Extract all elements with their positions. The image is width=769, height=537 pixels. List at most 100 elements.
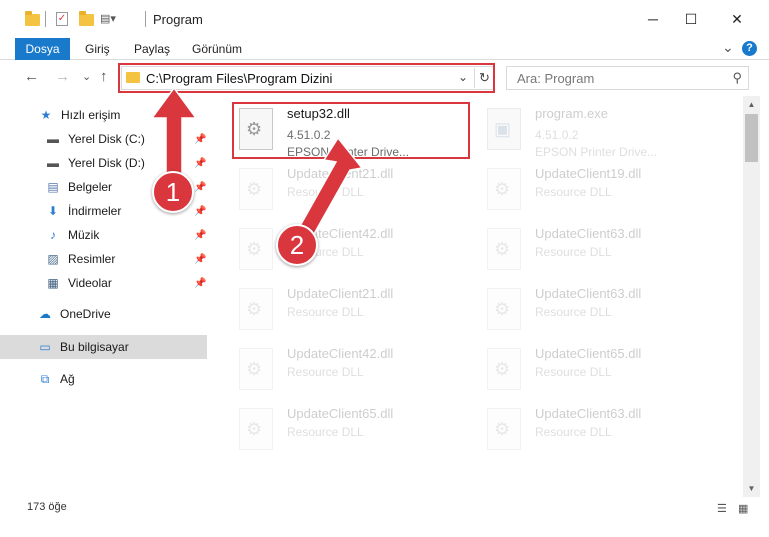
file-description: Resource DLL: [535, 245, 612, 259]
title-separator: [145, 11, 146, 27]
dll-file-icon: [239, 288, 273, 330]
file-item[interactable]: UpdateClient65.dll Resource DLL: [235, 402, 475, 458]
file-item[interactable]: UpdateClient63.dll Resource DLL: [483, 282, 723, 338]
sidebar-item-label: İndirmeler: [68, 204, 122, 218]
file-description: Resource DLL: [535, 425, 612, 439]
sidebar-item-videos[interactable]: ▦ Videolar 📌: [0, 271, 210, 295]
cloud-icon: ☁: [39, 307, 51, 321]
file-description: Resource DLL: [287, 365, 364, 379]
file-description: Resource DLL: [535, 305, 612, 319]
scroll-thumb[interactable]: [745, 114, 758, 162]
scroll-up-icon[interactable]: ▲: [743, 96, 760, 113]
dll-file-icon: [487, 168, 521, 210]
up-button[interactable]: ↑: [100, 68, 108, 85]
drive-icon: ▬: [47, 156, 59, 170]
file-description: Resource DLL: [287, 425, 364, 439]
properties-icon[interactable]: ✓: [56, 12, 68, 26]
forward-button[interactable]: →: [55, 68, 70, 85]
dll-file-icon: [487, 228, 521, 270]
documents-icon: ▤: [47, 180, 59, 194]
file-name: UpdateClient19.dll: [535, 166, 642, 181]
file-item[interactable]: UpdateClient19.dll Resource DLL: [483, 162, 723, 218]
search-box[interactable]: Ara: Program ⚲: [506, 66, 749, 90]
help-icon[interactable]: ?: [742, 41, 757, 56]
new-folder-icon[interactable]: [79, 11, 94, 26]
file-item[interactable]: UpdateClient63.dll Resource DLL: [483, 222, 723, 278]
tab-file[interactable]: Dosya: [15, 38, 70, 60]
sidebar-item-network[interactable]: ⧉ Ağ: [0, 367, 210, 391]
sidebar-item-music[interactable]: ♪ Müzik 📌: [0, 223, 210, 247]
dll-file-icon: [239, 408, 273, 450]
sidebar-item-label: Müzik: [68, 228, 100, 242]
star-icon: ★: [40, 108, 52, 122]
close-button[interactable]: ✕: [714, 0, 760, 38]
file-name: UpdateClient63.dll: [535, 286, 642, 301]
file-name: program.exe: [535, 106, 608, 121]
quick-access-separator: [45, 11, 46, 27]
pin-icon[interactable]: 📌: [194, 206, 206, 217]
file-description: Resource DLL: [535, 365, 612, 379]
customize-toolbar-icon[interactable]: ▤▾: [100, 12, 116, 25]
sidebar-item-label: OneDrive: [60, 307, 111, 321]
file-name: UpdateClient21.dll: [287, 286, 394, 301]
scroll-down-icon[interactable]: ▼: [743, 480, 760, 497]
large-icons-view-icon[interactable]: ▦: [738, 502, 748, 515]
sidebar-item-this-pc[interactable]: ▭ Bu bilgisayar: [0, 335, 207, 359]
dll-file-icon: [239, 348, 273, 390]
file-name: UpdateClient65.dll: [535, 346, 642, 361]
search-icon: ⚲: [732, 70, 742, 85]
step-1-badge: 1: [152, 171, 194, 213]
tab-view[interactable]: Görünüm: [192, 42, 242, 56]
sidebar-item-label: Videolar: [68, 276, 112, 290]
search-placeholder[interactable]: Ara: Program: [517, 71, 594, 86]
pin-icon[interactable]: 📌: [194, 254, 206, 265]
file-description: Resource DLL: [287, 305, 364, 319]
sidebar-item-label: Bu bilgisayar: [60, 340, 129, 354]
file-description: Resource DLL: [535, 185, 612, 199]
tab-home[interactable]: Giriş: [85, 42, 110, 56]
arrow-to-setup-file: [298, 138, 364, 236]
dll-file-icon: [487, 288, 521, 330]
network-icon: ⧉: [40, 371, 50, 386]
videos-icon: ▦: [47, 276, 59, 290]
computer-icon: ▭: [39, 340, 51, 354]
sidebar-item-onedrive[interactable]: ☁ OneDrive: [0, 302, 210, 326]
file-name: UpdateClient42.dll: [287, 346, 394, 361]
pictures-icon: ▨: [47, 252, 59, 266]
download-icon: ⬇: [47, 204, 59, 218]
back-button[interactable]: ←: [24, 68, 39, 85]
window-title: Program: [153, 12, 203, 27]
file-item[interactable]: UpdateClient42.dll Resource DLL: [235, 342, 475, 398]
sidebar-item-pictures[interactable]: ▨ Resimler 📌: [0, 247, 210, 271]
sidebar-item-label: Resimler: [68, 252, 116, 266]
status-bar: 173 öğe ☰ ▦: [0, 497, 769, 519]
file-description: EPSON Printer Drive...: [535, 145, 658, 159]
ribbon-tabs: Dosya Giriş Paylaş Görünüm ⌄ ?: [0, 38, 769, 60]
drive-icon: ▬: [47, 132, 59, 146]
dll-file-icon: [487, 348, 521, 390]
title-bar: ✓ ▤▾ Program ─ ☐ ✕: [0, 0, 769, 38]
pin-icon[interactable]: 📌: [194, 230, 206, 241]
sidebar-item-label: Yerel Disk (C:): [68, 132, 145, 146]
recent-locations-button[interactable]: ⌄: [82, 70, 91, 83]
file-item[interactable]: UpdateClient63.dll Resource DLL: [483, 402, 723, 458]
dll-file-icon: [239, 168, 273, 210]
file-item[interactable]: program.exe 4.51.0.2 EPSON Printer Drive…: [483, 102, 723, 159]
music-icon: ♪: [50, 228, 56, 242]
sidebar-item-label: Yerel Disk (D:): [68, 156, 145, 170]
sidebar-item-label: Belgeler: [68, 180, 113, 194]
dll-file-icon: [239, 228, 273, 270]
file-item[interactable]: UpdateClient65.dll Resource DLL: [483, 342, 723, 398]
ribbon-expand-icon[interactable]: ⌄: [722, 39, 734, 56]
dll-file-icon: [487, 408, 521, 450]
maximize-button[interactable]: ☐: [668, 0, 714, 38]
file-item[interactable]: UpdateClient21.dll Resource DLL: [235, 282, 475, 338]
pin-icon[interactable]: 📌: [194, 278, 206, 289]
exe-file-icon: [487, 108, 521, 150]
tab-share[interactable]: Paylaş: [134, 42, 170, 56]
file-name: UpdateClient63.dll: [535, 406, 642, 421]
folder-icon: [25, 11, 40, 26]
vertical-scrollbar[interactable]: ▲ ▼: [743, 96, 760, 497]
details-view-icon[interactable]: ☰: [717, 502, 727, 515]
item-count: 173 öğe: [27, 501, 67, 513]
